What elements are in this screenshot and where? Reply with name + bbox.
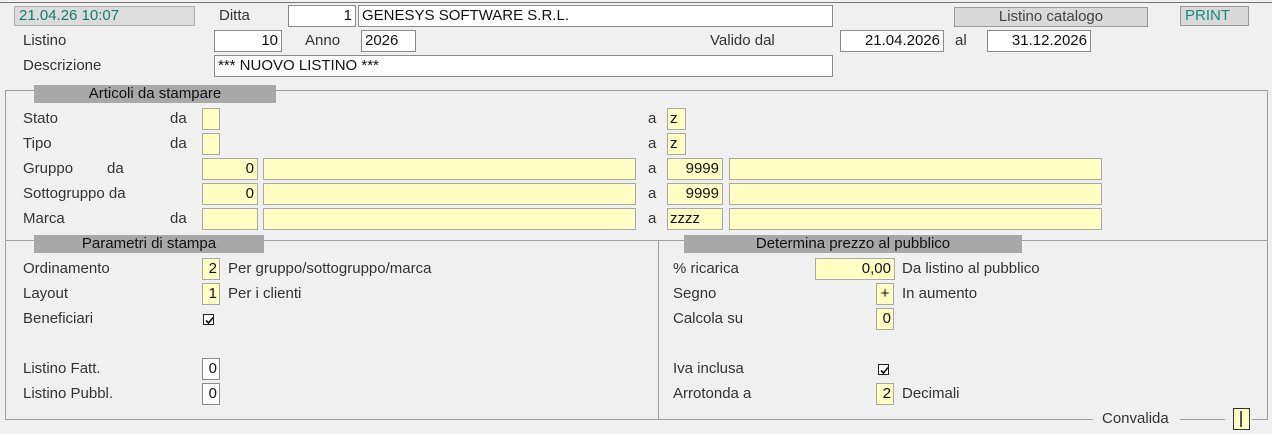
gruppo-to-desc-field[interactable] xyxy=(729,158,1102,180)
arrotonda-label: Arrotonda a xyxy=(673,385,752,402)
arrotonda-desc: Decimali xyxy=(902,385,960,402)
stato-to-field[interactable]: z xyxy=(667,108,686,130)
sottogruppo-to-desc-field[interactable] xyxy=(729,183,1102,205)
gruppo-from-code-field[interactable]: 0 xyxy=(202,158,258,180)
cursor-marker xyxy=(1240,411,1242,427)
valido-dal-field[interactable]: 21.04.2026 xyxy=(840,30,944,52)
marca-to-desc-field[interactable] xyxy=(729,208,1102,230)
iva-checkbox[interactable] xyxy=(878,364,889,375)
ditta-label: Ditta xyxy=(219,7,250,24)
marca-da-label: da xyxy=(170,210,187,227)
layout-field[interactable]: 1 xyxy=(202,283,220,305)
ricarica-field[interactable]: 0,00 xyxy=(815,258,895,280)
calcola-label: Calcola su xyxy=(673,310,744,327)
column-divider xyxy=(658,240,659,420)
ordinamento-desc: Per gruppo/sottogruppo/marca xyxy=(228,260,432,277)
gruppo-to-code-field[interactable]: 9999 xyxy=(667,158,723,180)
ricarica-label: % ricarica xyxy=(673,260,739,277)
listino-pubbl-field[interactable]: 0 xyxy=(202,383,220,405)
listino-field[interactable]: 10 xyxy=(214,30,282,52)
right-frame xyxy=(1267,90,1268,420)
arrotonda-field[interactable]: 2 xyxy=(876,383,894,405)
al-label: al xyxy=(955,32,967,49)
top-border xyxy=(0,2,1272,3)
listino-pubbl-label: Listino Pubbl. xyxy=(23,385,114,402)
left-frame xyxy=(5,90,6,420)
marca-a-label: a xyxy=(648,210,657,227)
check-icon xyxy=(880,366,889,375)
bottom-frame-end xyxy=(1252,419,1268,420)
ditta-name-field[interactable]: GENESYS SOFTWARE S.R.L. xyxy=(358,5,833,27)
iva-label: Iva inclusa xyxy=(673,360,744,377)
stato-label: Stato xyxy=(23,110,59,127)
ordinamento-label: Ordinamento xyxy=(23,260,110,277)
bottom-frame xyxy=(5,419,1093,420)
sottogruppo-from-desc-field[interactable] xyxy=(263,183,636,205)
descrizione-label: Descrizione xyxy=(23,57,102,74)
tipo-from-field[interactable] xyxy=(202,133,220,155)
convalida-field[interactable] xyxy=(1233,408,1250,430)
marca-from-desc-field[interactable] xyxy=(263,208,636,230)
segno-desc: In aumento xyxy=(902,285,978,302)
segno-field[interactable]: + xyxy=(876,283,894,305)
beneficiari-label: Beneficiari xyxy=(23,310,94,327)
listino-label: Listino xyxy=(23,32,67,49)
articoli-section-title: Articoli da stampare xyxy=(34,85,276,103)
descrizione-field[interactable]: *** NUOVO LISTINO *** xyxy=(214,55,833,77)
layout-desc: Per i clienti xyxy=(228,285,302,302)
parametri-section-title: Parametri di stampa xyxy=(34,235,264,253)
layout-label: Layout xyxy=(23,285,69,302)
gruppo-a-label: a xyxy=(648,160,657,177)
sottogruppo-from-code-field[interactable]: 0 xyxy=(202,183,258,205)
beneficiari-checkbox[interactable] xyxy=(203,314,214,325)
tipo-da-label: da xyxy=(170,135,187,152)
al-field[interactable]: 31.12.2026 xyxy=(987,30,1091,52)
segno-label: Segno xyxy=(673,285,717,302)
bottom-frame-right xyxy=(1180,419,1225,420)
convalida-label: Convalida xyxy=(1102,410,1169,427)
ditta-code-field[interactable]: 1 xyxy=(288,5,356,27)
stato-da-label: da xyxy=(170,110,187,127)
listino-catalogo-label: Listino catalogo xyxy=(954,7,1148,27)
ordinamento-field[interactable]: 2 xyxy=(202,258,220,280)
sottogruppo-label: Sottogruppo da xyxy=(23,185,126,202)
stato-from-field[interactable] xyxy=(202,108,220,130)
datetime-display: 21.04.26 10:07 xyxy=(14,6,195,26)
stato-a-label: a xyxy=(648,110,657,127)
anno-field[interactable]: 2026 xyxy=(361,30,416,52)
tipo-a-label: a xyxy=(648,135,657,152)
marca-to-code-field[interactable]: zzzz xyxy=(667,208,723,230)
prezzo-section-title: Determina prezzo al pubblico xyxy=(684,235,1022,253)
listino-fatt-field[interactable]: 0 xyxy=(202,358,220,380)
print-button[interactable]: PRINT xyxy=(1180,6,1249,26)
calcola-field[interactable]: 0 xyxy=(876,308,894,330)
tipo-label: Tipo xyxy=(23,135,52,152)
listino-fatt-label: Listino Fatt. xyxy=(23,360,101,377)
ricarica-desc: Da listino al pubblico xyxy=(902,260,1040,277)
marca-from-code-field[interactable] xyxy=(202,208,258,230)
anno-label: Anno xyxy=(305,32,341,49)
check-icon xyxy=(205,316,214,325)
sottogruppo-to-code-field[interactable]: 9999 xyxy=(667,183,723,205)
gruppo-label: Gruppo xyxy=(23,160,74,177)
sottogruppo-a-label: a xyxy=(648,185,657,202)
gruppo-from-desc-field[interactable] xyxy=(263,158,636,180)
valido-dal-label: Valido dal xyxy=(710,32,775,49)
tipo-to-field[interactable]: z xyxy=(667,133,686,155)
marca-label: Marca xyxy=(23,210,65,227)
gruppo-da-label: da xyxy=(107,160,124,177)
